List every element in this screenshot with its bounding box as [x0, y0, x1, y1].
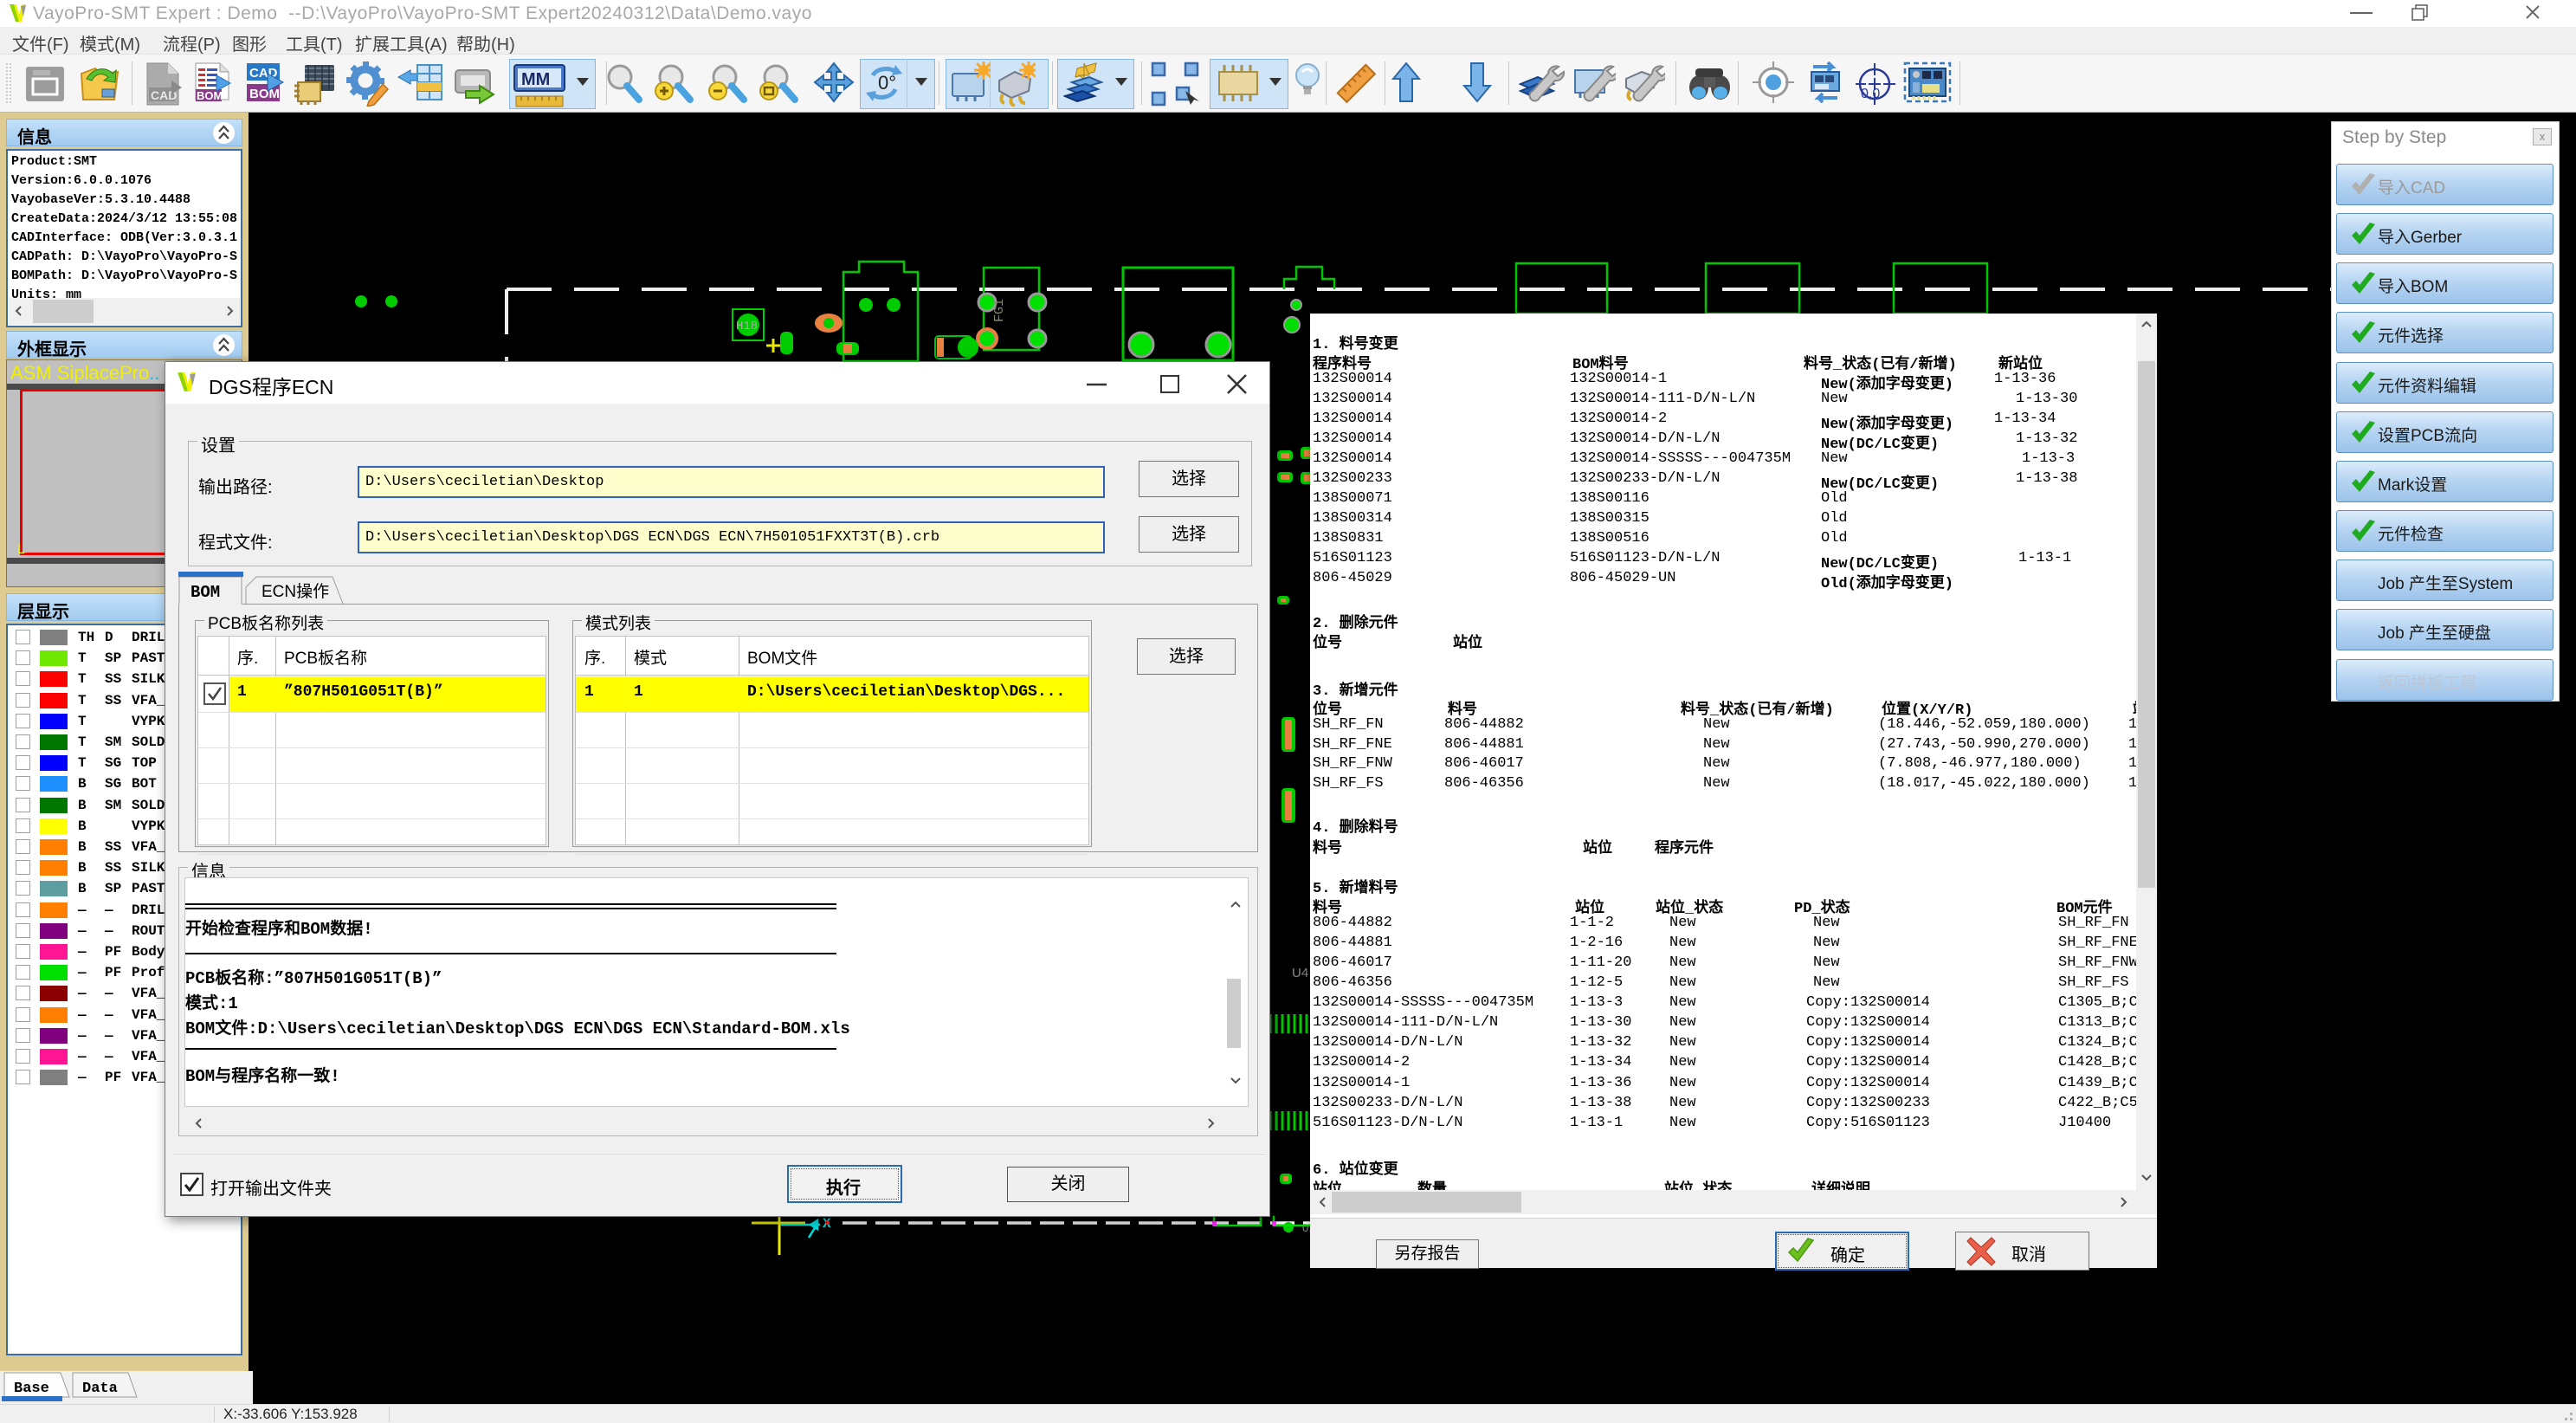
svg-text:BOM: BOM [197, 89, 223, 102]
svg-text:MM: MM [521, 70, 550, 89]
svg-text:H18: H18 [736, 320, 758, 333]
svg-text:Data: Data [82, 1381, 118, 1397]
svg-text:BOM: BOM [190, 583, 220, 602]
svg-text:Base: Base [14, 1381, 49, 1397]
svg-text:0°: 0° [878, 72, 896, 94]
svg-text:ECN操作: ECN操作 [261, 582, 329, 601]
svg-text:BOM: BOM [249, 87, 280, 101]
svg-text:U4: U4 [1292, 966, 1308, 980]
svg-text:0,0: 0,0 [1861, 87, 1880, 101]
svg-text:FG1: FG1 [992, 299, 1007, 322]
